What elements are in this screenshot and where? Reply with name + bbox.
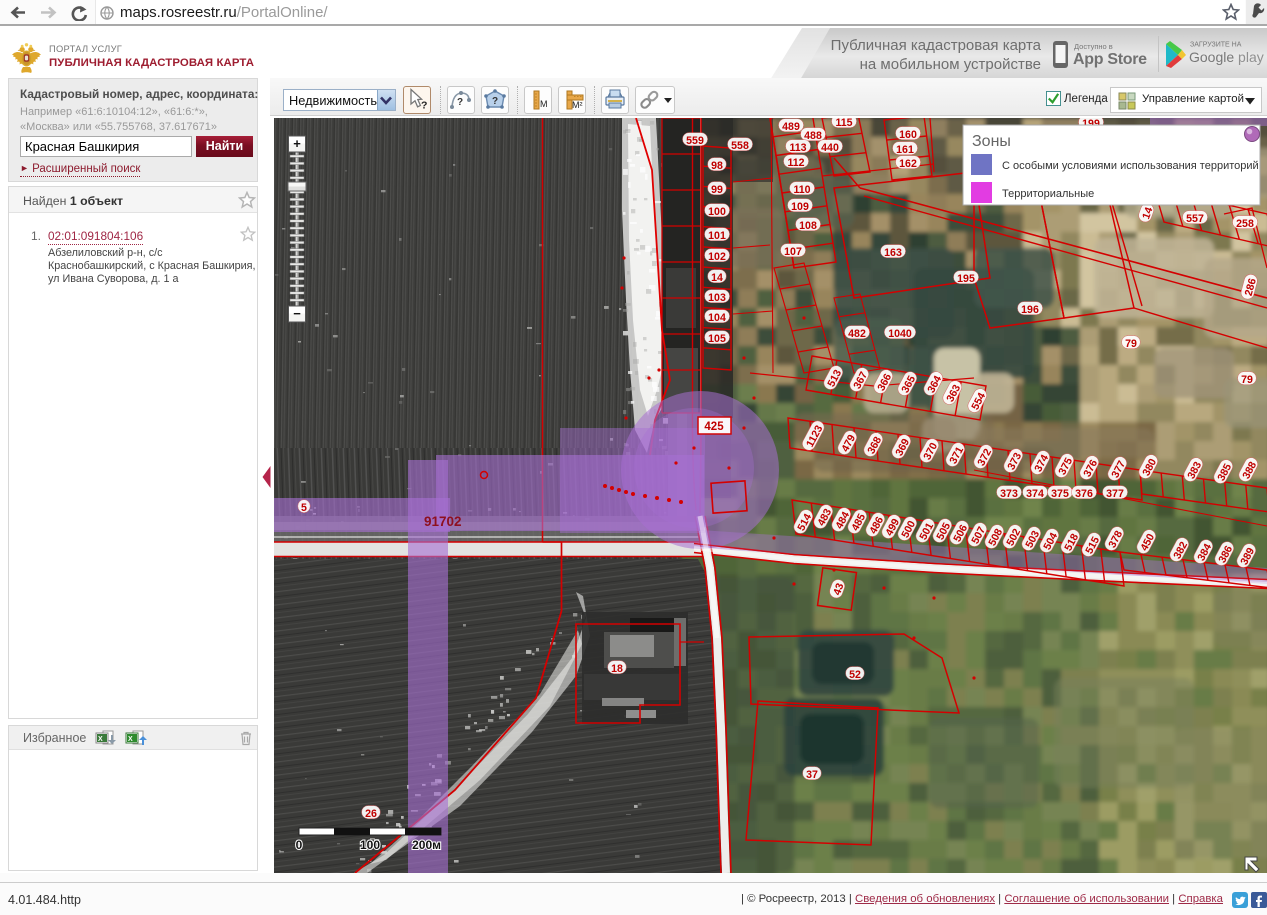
svg-text:37: 37 [806, 769, 818, 781]
svg-text:373: 373 [1000, 488, 1018, 500]
svg-text:X: X [128, 736, 133, 743]
svg-text:425: 425 [704, 421, 724, 433]
svg-text:98: 98 [711, 160, 723, 172]
svg-text:X: X [98, 736, 103, 743]
svg-text:Территориальные: Территориальные [1002, 188, 1094, 200]
svg-text:102: 102 [708, 251, 726, 263]
svg-text:113: 113 [789, 142, 806, 154]
svg-text:26: 26 [365, 808, 377, 820]
svg-text:196: 196 [1021, 304, 1039, 316]
svg-text:557: 557 [1186, 213, 1204, 225]
svg-text:115: 115 [835, 118, 852, 129]
svg-text:С особыми условиями использова: С особыми условиями использования террит… [1002, 160, 1259, 172]
svg-text:103: 103 [708, 292, 726, 304]
svg-text:374: 374 [1026, 488, 1044, 500]
svg-text:?: ? [421, 100, 427, 112]
svg-text:377: 377 [1106, 488, 1124, 500]
svg-text:M: M [540, 99, 548, 109]
svg-text:+: + [293, 136, 301, 151]
svg-text:107: 107 [784, 246, 802, 258]
svg-text:112: 112 [787, 157, 804, 169]
svg-text:ЗАГРУЗИТЕ НА: ЗАГРУЗИТЕ НА [1190, 42, 1242, 49]
svg-text:Доступно в: Доступно в [1074, 42, 1113, 51]
svg-text:1040: 1040 [888, 328, 912, 340]
svg-text:M²: M² [572, 100, 583, 110]
svg-text:104: 104 [708, 312, 726, 324]
svg-text:160: 160 [899, 129, 917, 141]
svg-text:Google play: Google play [1189, 49, 1264, 65]
svg-text:?: ? [492, 96, 498, 107]
svg-text:162: 162 [899, 158, 917, 170]
svg-text:375: 375 [1051, 488, 1069, 500]
svg-text:559: 559 [686, 135, 704, 147]
svg-text:161: 161 [896, 144, 914, 156]
svg-text:440: 440 [821, 142, 839, 154]
svg-text:−: − [293, 306, 301, 321]
svg-text:Зоны: Зоны [972, 133, 1011, 150]
svg-text:?: ? [457, 97, 463, 108]
svg-text:79: 79 [1241, 374, 1253, 386]
svg-text:99: 99 [711, 184, 723, 196]
svg-text:376: 376 [1075, 488, 1093, 500]
svg-text:110: 110 [793, 184, 810, 196]
svg-text:163: 163 [884, 247, 902, 259]
svg-text:101: 101 [708, 230, 726, 242]
svg-text:14: 14 [711, 272, 723, 284]
svg-text:489: 489 [782, 121, 800, 133]
svg-text:105: 105 [708, 333, 726, 345]
svg-text:52: 52 [849, 669, 861, 681]
svg-text:App Store: App Store [1073, 51, 1147, 68]
svg-text:0: 0 [296, 838, 303, 852]
svg-text:558: 558 [731, 140, 749, 152]
svg-text:18: 18 [611, 663, 623, 675]
svg-text:5: 5 [301, 502, 307, 514]
svg-text:100: 100 [708, 206, 726, 218]
svg-text:100: 100 [360, 838, 380, 852]
svg-text:109: 109 [791, 201, 809, 213]
svg-text:200м: 200м [412, 838, 441, 852]
svg-text:108: 108 [799, 220, 817, 232]
svg-text:195: 195 [957, 273, 975, 285]
svg-text:79: 79 [1125, 338, 1137, 350]
svg-text:91702: 91702 [424, 514, 462, 529]
svg-text:258: 258 [1236, 218, 1254, 230]
svg-text:482: 482 [848, 328, 866, 340]
